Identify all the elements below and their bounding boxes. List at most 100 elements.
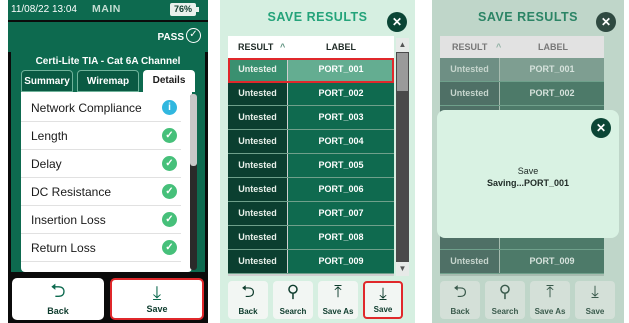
result-cell: Untested xyxy=(228,226,287,249)
list-item[interactable]: Delay ✓ xyxy=(21,150,181,178)
download-icon: ⤓ xyxy=(152,283,162,304)
pass-label: PASS xyxy=(157,32,185,43)
test-label: DC Resistance xyxy=(31,185,112,199)
back-label: Back xyxy=(450,307,470,316)
save-button[interactable]: ⤓ Save xyxy=(110,278,204,320)
label-cell: PORT_002 xyxy=(288,82,394,105)
result-cell: Untested xyxy=(228,178,287,201)
column-label[interactable]: LABEL xyxy=(326,42,356,52)
search-button[interactable]: ⚲ Search xyxy=(273,281,313,319)
label-cell: PORT_005 xyxy=(288,154,394,177)
list-item[interactable]: Insertion Loss ✓ xyxy=(21,206,181,234)
scroll-down-icon[interactable]: ▼ xyxy=(396,262,409,276)
label-cell: PORT_008 xyxy=(288,226,394,249)
back-label: Back xyxy=(238,307,258,316)
list-item[interactable]: DC Resistance ✓ xyxy=(21,178,181,206)
save-label: Save xyxy=(373,305,393,314)
save-as-button: ⤒ Save As xyxy=(530,281,570,319)
result-cell: Untested xyxy=(440,250,499,273)
label-cell: PORT_009 xyxy=(288,250,394,273)
back-label: Back xyxy=(47,306,69,316)
table-row[interactable]: Untested PORT_007 xyxy=(228,202,394,226)
label-cell: PORT_009 xyxy=(500,250,604,273)
upload-icon: ⤒ xyxy=(546,282,554,301)
column-result: RESULT xyxy=(452,42,488,52)
sort-icon[interactable]: ^ xyxy=(280,42,285,52)
back-button[interactable]: ⮌ Back xyxy=(12,278,104,320)
table-row[interactable]: Untested PORT_003 xyxy=(228,106,394,130)
table-row[interactable]: Untested PORT_009 xyxy=(228,250,394,274)
battery-indicator: 76% xyxy=(170,3,196,16)
check-icon: ✓ xyxy=(162,128,177,143)
datetime: 11/08/22 13:04 xyxy=(11,4,77,15)
dialog-title: Save xyxy=(517,166,539,176)
list-item[interactable]: Return Loss ✓ xyxy=(21,234,181,262)
list-scrollbar[interactable] xyxy=(190,94,197,270)
close-icon[interactable]: ✕ xyxy=(591,118,611,138)
column-result[interactable]: RESULT xyxy=(238,42,273,52)
tab-details[interactable]: Details xyxy=(143,70,195,92)
save-results-screen: SAVE RESULTS ✕ RESULT ^ LABEL Untested PO… xyxy=(220,0,415,323)
test-label: Delay xyxy=(31,157,62,171)
scrollbar-thumb[interactable] xyxy=(190,94,197,166)
test-details-screen: 11/08/22 13:04 MAIN 76% PASS ✓ Certi-Lit… xyxy=(8,0,208,323)
result-cell: Untested xyxy=(228,250,287,273)
dialog-message: Saving...PORT_001 xyxy=(486,178,570,188)
save-as-button[interactable]: ⤒ Save As xyxy=(318,281,358,319)
results-table: Untested PORT_001 Untested PORT_002 Untest… xyxy=(228,58,394,276)
check-icon: ✓ xyxy=(162,240,177,255)
close-icon: ✕ xyxy=(596,12,616,32)
info-icon[interactable]: i xyxy=(162,100,177,115)
table-row[interactable]: Untested PORT_004 xyxy=(228,130,394,154)
table-row[interactable]: Untested PORT_002 xyxy=(228,82,394,106)
test-label: Network Compliance xyxy=(31,101,142,115)
selected-row-highlight xyxy=(228,58,394,83)
check-circle-icon: ✓ xyxy=(186,28,201,43)
results-card: Certi-Lite TIA - Cat 6A Channel Summary … xyxy=(11,52,205,272)
back-button: ⮌ Back xyxy=(440,281,480,319)
result-cell: Untested xyxy=(228,130,287,153)
table-row[interactable]: Untested PORT_005 xyxy=(228,154,394,178)
page-title: SAVE RESULTS xyxy=(267,10,368,24)
table-header: RESULT ^ LABEL xyxy=(440,36,604,58)
saving-dialog: ✕ Save Saving...PORT_001 xyxy=(437,110,619,238)
table-row: Untested PORT_001 xyxy=(440,58,604,82)
search-label: Search xyxy=(279,307,307,316)
save-button[interactable]: ⤓ Save xyxy=(363,281,403,319)
table-row[interactable]: Untested PORT_008 xyxy=(228,226,394,250)
column-label: LABEL xyxy=(538,42,568,52)
list-item[interactable]: Network Compliance i xyxy=(21,94,181,122)
save-as-label: Save As xyxy=(322,307,354,316)
list-item[interactable]: Length ✓ xyxy=(21,122,181,150)
battery-tip xyxy=(196,7,199,12)
check-icon: ✓ xyxy=(162,184,177,199)
tab-wiremap[interactable]: Wiremap xyxy=(77,70,139,92)
scrollbar-thumb[interactable] xyxy=(397,53,408,91)
saving-screen: SAVE RESULTS ✕ RESULT ^ LABEL Untested PO… xyxy=(432,0,624,323)
search-button: ⚲ Search xyxy=(485,281,525,319)
check-icon: ✓ xyxy=(162,212,177,227)
search-label: Search xyxy=(491,307,519,316)
label-cell: PORT_004 xyxy=(288,130,394,153)
save-button: ⤓ Save xyxy=(575,281,615,319)
download-icon: ⤓ xyxy=(379,284,387,303)
status-bar: 11/08/22 13:04 MAIN 76% xyxy=(8,0,208,20)
table-scrollbar[interactable]: ▲ ▼ xyxy=(396,38,409,276)
search-icon: ⚲ xyxy=(498,282,512,301)
back-arrow-icon: ⮌ xyxy=(453,282,467,301)
download-icon: ⤓ xyxy=(591,282,599,301)
back-button[interactable]: ⮌ Back xyxy=(228,281,268,319)
label-cell: PORT_001 xyxy=(500,58,604,81)
result-cell: Untested xyxy=(440,82,499,105)
label-cell: PORT_006 xyxy=(288,178,394,201)
tab-summary[interactable]: Summary xyxy=(21,70,73,92)
upload-icon: ⤒ xyxy=(334,282,342,301)
table-row: Untested PORT_009 xyxy=(440,250,604,274)
close-icon[interactable]: ✕ xyxy=(387,12,407,32)
scroll-up-icon[interactable]: ▲ xyxy=(396,38,409,52)
result-cell: Untested xyxy=(228,82,287,105)
test-label: Return Loss xyxy=(31,241,96,255)
result-cell: Untested xyxy=(440,58,499,81)
table-row[interactable]: Untested PORT_006 xyxy=(228,178,394,202)
result-banner: PASS ✓ xyxy=(8,22,208,52)
